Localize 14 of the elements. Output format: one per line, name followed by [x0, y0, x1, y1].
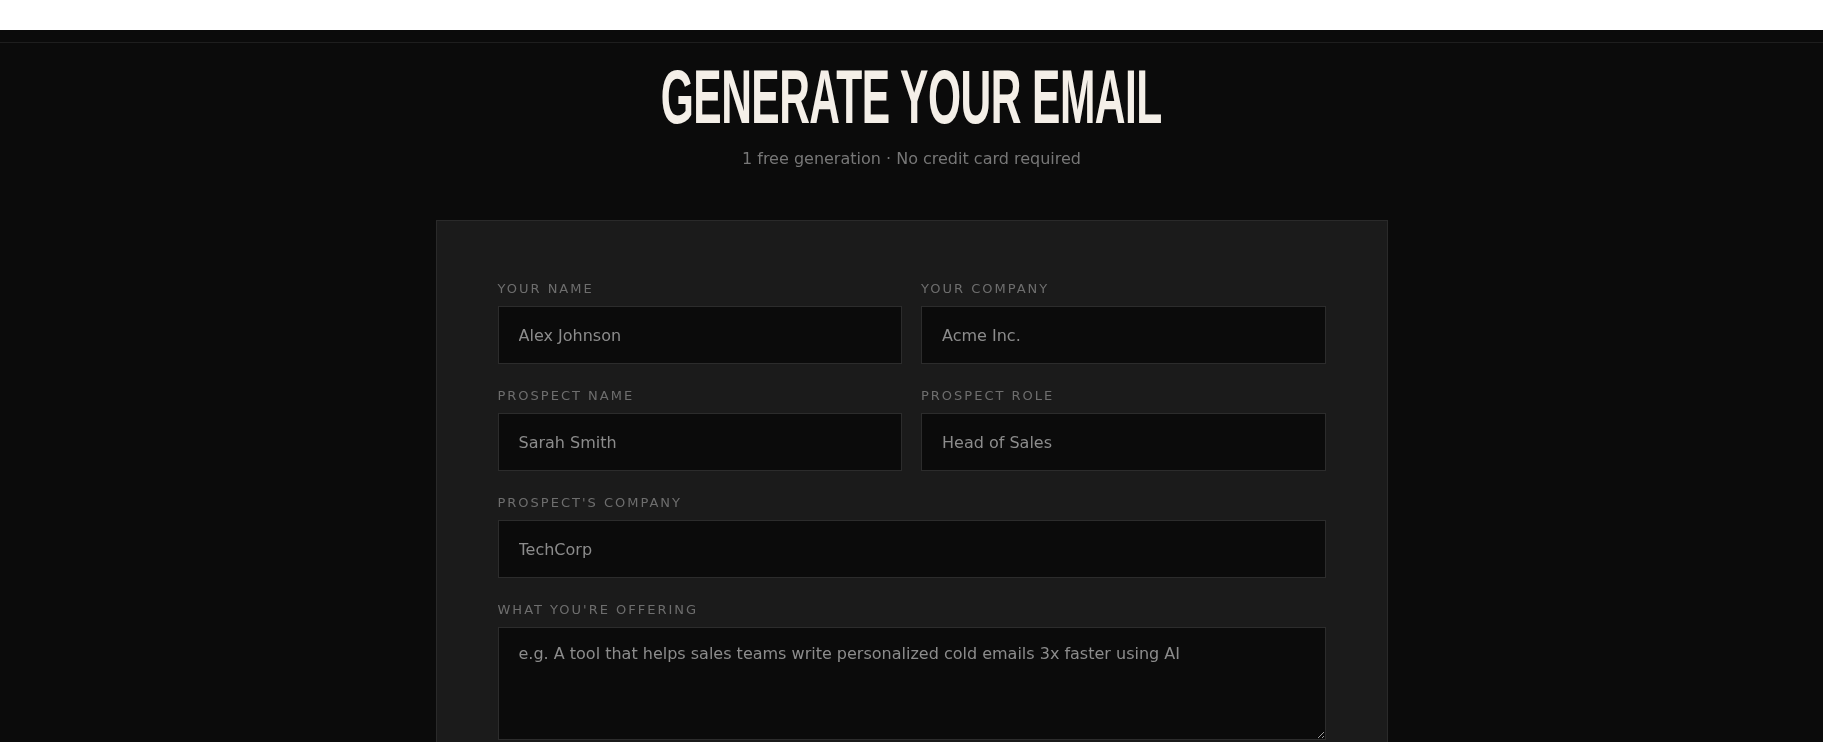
input-field[interactable]: TechCorp: [497, 520, 1326, 578]
subtitle: 1 free generation · No credit card required: [742, 149, 1081, 168]
input-field[interactable]: Head of Sales: [921, 413, 1326, 471]
field-label: YOUR NAME: [497, 281, 595, 296]
field-label: PROSPECT NAME: [497, 388, 636, 403]
field-label: PROSPECT'S COMPANY: [497, 495, 683, 510]
field-label: WHAT YOU'RE OFFERING: [497, 602, 700, 617]
input-field[interactable]: Sarah Smith: [497, 413, 902, 471]
page-title: GENERATE YOUR EMAIL: [661, 63, 1162, 131]
field-label: YOUR COMPANY: [921, 281, 1051, 296]
input-field[interactable]: Acme Inc.: [921, 306, 1326, 364]
input-field[interactable]: e.g. A tool that helps sales teams write personalized cold emails 3x faster using AI: [497, 627, 1326, 740]
field-label: PROSPECT ROLE: [921, 388, 1056, 403]
input-field[interactable]: Alex Johnson: [497, 306, 902, 364]
